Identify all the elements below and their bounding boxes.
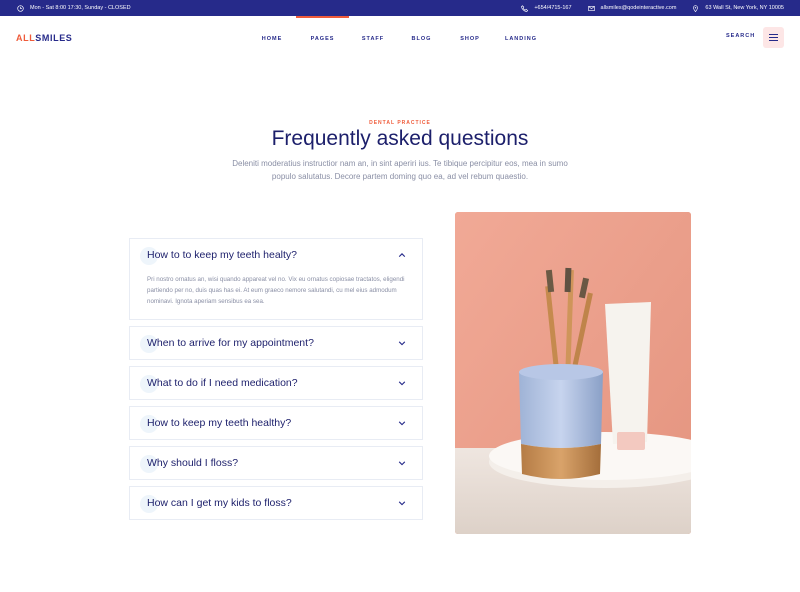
faq-accordion: How to to keep my teeth healty? Pri nost…: [129, 238, 423, 526]
section-subtitle: Deleniti moderatius instructior nam an, …: [232, 159, 568, 181]
address-text: 63 Wall St, New York, NY 10005: [705, 5, 784, 11]
toothbrush-photo: [455, 212, 691, 534]
faq-item: How to to keep my teeth healty? Pri nost…: [129, 238, 423, 320]
faq-question-text: How can I get my kids to floss?: [147, 497, 292, 509]
chevron-down-icon: [398, 339, 406, 347]
opening-hours: Mon - Sat 8:00 17:30, Sunday - CLOSED: [17, 4, 131, 12]
nav-blog[interactable]: BLOG: [397, 16, 446, 61]
logo-part-smiles: SMILES: [35, 33, 73, 43]
faq-answer-text: Pri nostro ornatus an, wisi quando appar…: [147, 276, 405, 305]
faq-question-text: What to do if I need medication?: [147, 377, 298, 389]
search-button[interactable]: SEARCH: [726, 33, 755, 39]
nav-home[interactable]: HOME: [248, 16, 296, 61]
toothbrush-illustration: [455, 212, 691, 534]
faq-item: What to do if I need medication?: [129, 366, 423, 400]
main-header: ALLSMILES HOME PAGES STAFF BLOG SHOP LAN…: [0, 16, 800, 61]
nav-landing[interactable]: LANDING: [494, 16, 548, 61]
faq-question-toggle[interactable]: What to do if I need medication?: [130, 367, 422, 399]
page-title: Frequently asked questions: [271, 127, 529, 150]
faq-item: When to arrive for my appointment?: [129, 326, 423, 360]
phone-contact[interactable]: +654/4715-167: [521, 4, 572, 12]
faq-question-toggle[interactable]: When to arrive for my appointment?: [130, 327, 422, 359]
opening-hours-text: Mon - Sat 8:00 17:30, Sunday - CLOSED: [30, 5, 131, 11]
nav-staff[interactable]: STAFF: [349, 16, 397, 61]
faq-question-toggle[interactable]: How can I get my kids to floss?: [130, 487, 422, 519]
location-pin-icon: [692, 4, 699, 12]
top-info-bar: Mon - Sat 8:00 17:30, Sunday - CLOSED +6…: [0, 0, 800, 16]
phone-icon: [521, 4, 529, 12]
faq-question-text: Why should I floss?: [147, 457, 239, 469]
chevron-up-icon: [398, 251, 406, 259]
main-navigation: HOME PAGES STAFF BLOG SHOP LANDING: [248, 16, 548, 61]
faq-question-toggle[interactable]: Why should I floss?: [130, 447, 422, 479]
faq-question-text: How to to keep my teeth healty?: [147, 249, 297, 261]
chevron-down-icon: [398, 379, 406, 387]
nav-pages[interactable]: PAGES: [296, 16, 349, 61]
email-contact[interactable]: allsmiles@qodeinteractive.com: [587, 5, 677, 12]
logo-part-all: ALL: [16, 33, 36, 43]
hamburger-menu-button[interactable]: [763, 27, 784, 48]
address-contact[interactable]: 63 Wall St, New York, NY 10005: [692, 4, 784, 12]
envelope-icon: [587, 5, 595, 12]
faq-question-text: How to keep my teeth healthy?: [147, 417, 292, 429]
chevron-down-icon: [398, 459, 406, 467]
faq-question-toggle[interactable]: How to keep my teeth healthy?: [130, 407, 422, 439]
faq-item: How can I get my kids to floss?: [129, 486, 423, 520]
faq-item: Why should I floss?: [129, 446, 423, 480]
site-logo[interactable]: ALLSMILES: [16, 33, 72, 43]
email-text: allsmiles@qodeinteractive.com: [600, 5, 677, 11]
phone-text: +654/4715-167: [534, 5, 572, 11]
chevron-down-icon: [398, 499, 406, 507]
nav-shop[interactable]: SHOP: [446, 16, 494, 61]
faq-question-toggle[interactable]: How to to keep my teeth healty?: [130, 239, 422, 271]
clock-icon: [17, 4, 24, 12]
section-eyebrow: DENTAL PRACTICE: [369, 120, 431, 126]
faq-item: How to keep my teeth healthy?: [129, 406, 423, 440]
faq-question-text: When to arrive for my appointment?: [147, 337, 314, 349]
chevron-down-icon: [398, 419, 406, 427]
hamburger-icon: [769, 34, 778, 35]
